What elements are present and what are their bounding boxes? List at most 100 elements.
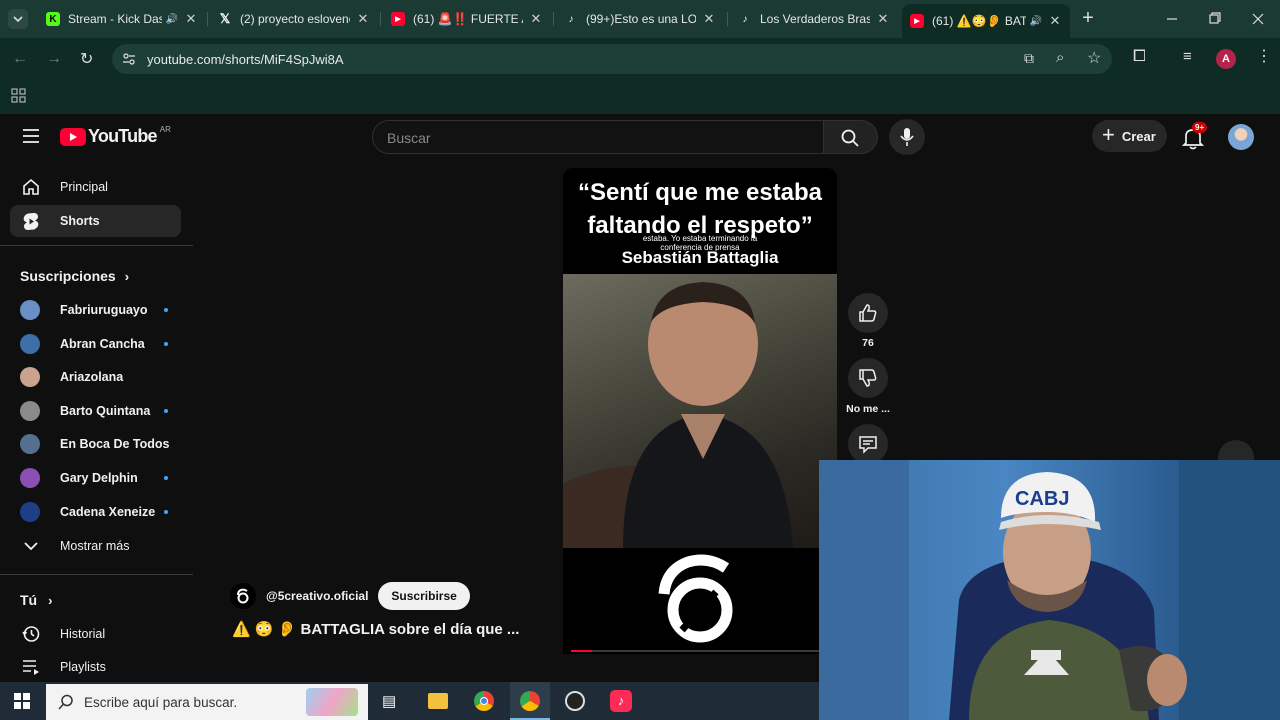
browser-tab[interactable]: ♪ (99+)Esto es una LOC ✕ (556, 5, 724, 33)
account-avatar[interactable] (1228, 124, 1254, 150)
sidebar-item-historial[interactable]: Historial (10, 618, 181, 650)
video-watermark-panel (563, 548, 837, 654)
subscription-item[interactable]: Fabriuruguayo (10, 294, 181, 326)
subscription-item[interactable]: En Boca De Todos (10, 428, 181, 460)
channel-avatar (20, 400, 40, 421)
file-explorer-icon[interactable] (428, 693, 448, 709)
task-view-icon[interactable]: ▤ (382, 692, 400, 710)
extensions-icon[interactable]: ⧠ (1133, 48, 1146, 66)
browser-toolbar: ← → ↻ youtube.com/shorts/MiF4SpJwi8A ⧉ ⌕… (0, 38, 1280, 80)
chrome-icon[interactable] (474, 691, 494, 711)
apps-grid-icon[interactable] (11, 88, 27, 104)
media-controls-icon[interactable]: ≡ (1183, 48, 1192, 65)
comments-button[interactable] (848, 424, 888, 464)
x-icon: 𝕏 (219, 11, 231, 26)
restore-button[interactable] (1205, 10, 1225, 28)
short-video-player[interactable]: “Sentí que me estaba faltando el respeto… (563, 168, 837, 654)
minimize-icon (1167, 18, 1177, 20)
chevron-down-icon (13, 16, 23, 23)
speaker-icon: 🔊 (165, 13, 178, 25)
channel-row: @5creativo.oficial Suscribirse (230, 582, 470, 610)
zoom-icon[interactable]: ⌕ (1056, 49, 1064, 66)
home-icon (20, 178, 42, 196)
youtube-play-icon (60, 127, 86, 146)
search-input[interactable]: Buscar (372, 120, 824, 154)
video-speaker-name: Sebastián Battaglia (621, 248, 779, 267)
browser-tab[interactable]: ♪ Los Verdaderos Brasil ✕ (730, 5, 898, 33)
new-content-dot (164, 509, 168, 514)
windows-start-button[interactable] (14, 693, 30, 709)
forward-button[interactable]: → (46, 50, 62, 68)
channel-handle[interactable]: @5creativo.oficial (266, 589, 368, 603)
you-heading[interactable]: Tú › (20, 592, 52, 608)
browser-tab[interactable]: K Stream - Kick Das 🔊 ✕ (38, 5, 206, 33)
sidebar-item-principal[interactable]: Principal (10, 171, 181, 203)
webcam-overlay: CABJ (819, 460, 1280, 720)
subscription-item[interactable]: Abran Cancha (10, 328, 181, 360)
subscription-name: Fabriuruguayo (60, 303, 148, 317)
voice-search-button[interactable] (889, 119, 925, 155)
bookmark-star-icon[interactable]: ☆ (1087, 48, 1101, 68)
subscription-item[interactable]: Ariazolana (10, 361, 181, 393)
site-info-icon[interactable] (122, 52, 136, 66)
like-button[interactable] (848, 293, 888, 333)
browser-menu-icon[interactable]: ⋮ (1256, 46, 1272, 66)
reload-button[interactable]: ↻ (80, 49, 93, 69)
subscription-item[interactable]: Gary Delphin (10, 462, 181, 494)
close-tab-icon[interactable]: ✕ (529, 11, 543, 27)
close-tab-icon[interactable]: ✕ (184, 11, 198, 27)
profile-avatar[interactable]: A (1216, 49, 1236, 69)
bookmarks-bar (0, 80, 1280, 114)
close-tab-icon[interactable]: ✕ (1048, 13, 1062, 29)
windows-taskbar: Escribe aquí para buscar. ▤ ♪ (0, 682, 819, 720)
creativo-logo-icon (658, 554, 733, 643)
tab-search-button[interactable] (8, 9, 28, 29)
thumbs-up-icon (859, 304, 877, 322)
subscriptions-heading[interactable]: Suscripciones › (20, 268, 129, 284)
playlists-icon (20, 659, 42, 675)
taskbar-search-input[interactable]: Escribe aquí para buscar. (46, 684, 368, 720)
subscribe-button[interactable]: Suscribirse (378, 582, 470, 610)
sidebar-item-shorts[interactable]: Shorts (10, 205, 181, 237)
close-tab-icon[interactable]: ✕ (356, 11, 370, 27)
close-tab-icon[interactable]: ✕ (876, 11, 890, 27)
browser-tab[interactable]: 𝕏 (2) proyecto esloveno ✕ (210, 5, 378, 33)
restore-icon (1209, 12, 1221, 24)
dislike-button[interactable] (848, 358, 888, 398)
search-button[interactable] (824, 120, 878, 154)
chevron-down-icon (20, 541, 42, 551)
tiktok-icon: ♪ (742, 13, 748, 25)
subscription-name: Ariazolana (60, 370, 124, 385)
sidebar-item-playlists[interactable]: Playlists (10, 651, 181, 683)
subscription-item[interactable]: Barto Quintana (10, 395, 181, 427)
close-tab-icon[interactable]: ✕ (702, 11, 716, 27)
short-title[interactable]: ⚠️ 😳 👂 BATTAGLIA sobre el día que ... (232, 620, 519, 638)
speaker-icon: 🔊 (1029, 15, 1042, 27)
address-bar[interactable]: youtube.com/shorts/MiF4SpJwi8A ⧉ ⌕ ☆ (112, 44, 1112, 74)
install-app-icon[interactable]: ⧉ (1024, 50, 1034, 67)
channel-avatar (20, 367, 40, 388)
channel-avatar (20, 468, 40, 488)
minimize-button[interactable] (1162, 10, 1182, 28)
browser-tab[interactable]: ▶ (61) 🚨‼️ FUERTE AM ✕ (383, 5, 551, 33)
notifications-button[interactable]: 9+ (1182, 122, 1208, 150)
close-window-button[interactable] (1248, 10, 1268, 28)
channel-avatar[interactable] (230, 583, 256, 609)
new-tab-button[interactable]: + (1078, 8, 1098, 28)
cap-logo-text: CABJ (1015, 488, 1070, 510)
youtube-logo[interactable]: YouTube AR (60, 125, 171, 147)
obs-icon[interactable] (565, 691, 585, 711)
youtube-icon: ▶ (910, 14, 924, 28)
history-icon (20, 625, 42, 643)
show-more-button[interactable]: Mostrar más (10, 530, 181, 562)
hamburger-menu-icon[interactable] (22, 128, 40, 144)
video-progress-bar[interactable] (571, 650, 829, 652)
tiktok-app-icon[interactable]: ♪ (610, 690, 632, 712)
chevron-right-icon: › (124, 268, 130, 284)
browser-tab-active[interactable]: ▶ (61) ⚠️😳👂 BAT 🔊 ✕ (902, 4, 1070, 38)
subscription-item[interactable]: Cadena Xeneize (10, 496, 181, 528)
create-button[interactable]: + Crear (1092, 120, 1167, 152)
channel-avatar (20, 434, 40, 455)
back-button[interactable]: ← (12, 50, 28, 68)
chrome-profile-active-icon[interactable] (510, 682, 550, 720)
